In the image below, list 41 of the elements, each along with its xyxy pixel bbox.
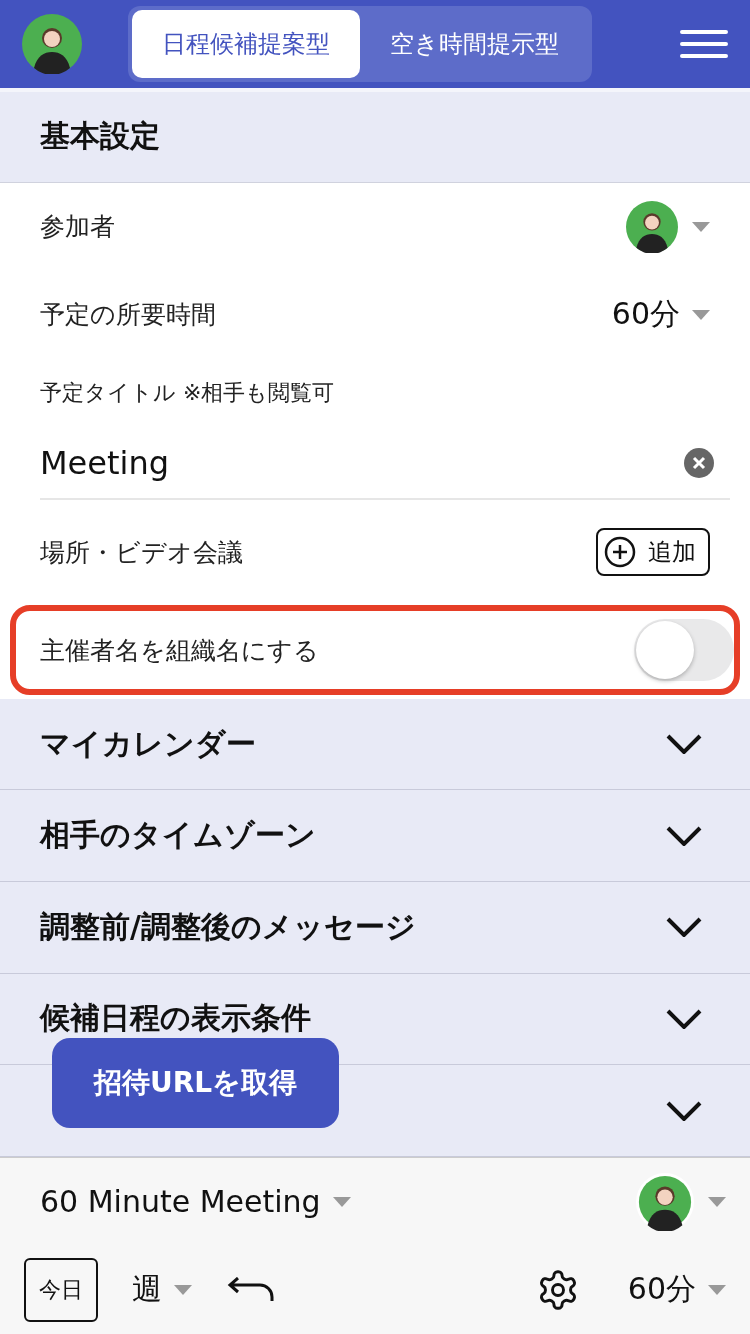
meeting-type-picker[interactable]: 60 Minute Meeting <box>40 1184 351 1220</box>
caret-icon <box>692 221 710 232</box>
participants-picker[interactable] <box>626 200 710 253</box>
get-invite-url-button[interactable]: 招待URLを取得 <box>52 1038 339 1128</box>
location-label: 場所・ビデオ会議 <box>40 537 243 569</box>
duration-label: 予定の所要時間 <box>40 299 216 332</box>
caret-icon <box>174 1285 192 1295</box>
expand-chevron-icon[interactable] <box>666 734 702 755</box>
add-button[interactable]: 追加 <box>596 528 710 577</box>
caret-icon <box>708 1196 726 1207</box>
mode-tab[interactable]: 日程候補提案型 <box>132 9 360 78</box>
clear-icon[interactable] <box>684 447 714 478</box>
expand-chevron-icon[interactable] <box>666 1008 702 1029</box>
expand-chevron-icon[interactable] <box>666 825 702 846</box>
view-picker[interactable]: 週 <box>132 1269 192 1311</box>
avatar <box>22 13 82 74</box>
menu-icon[interactable] <box>680 28 728 59</box>
expand-chevron-icon[interactable] <box>666 1100 702 1121</box>
member-picker[interactable] <box>636 1172 726 1231</box>
section-title: 調整前/調整後のメッセージ <box>40 907 416 946</box>
section-title: 候補日程の表示条件 <box>40 999 311 1038</box>
section-title: 基本設定 <box>40 117 160 156</box>
section-title: マイカレンダー <box>40 724 256 763</box>
mode-tab[interactable]: 空き時間提示型 <box>360 9 588 78</box>
slot-picker[interactable]: 60分 <box>627 1269 726 1311</box>
caret-icon <box>708 1285 726 1295</box>
organizer-label: 主催者名を組織名にする <box>40 634 319 667</box>
back-arrow-icon[interactable] <box>226 1277 276 1303</box>
caret-icon <box>332 1196 351 1207</box>
participants-label: 参加者 <box>40 211 115 244</box>
expand-chevron-icon[interactable] <box>666 917 702 938</box>
avatar <box>626 200 678 253</box>
title-field[interactable]: Meeting <box>40 443 600 482</box>
avatar <box>636 1172 694 1231</box>
caret-icon <box>692 309 710 320</box>
duration-picker[interactable]: 60分 <box>611 294 710 336</box>
plus-icon <box>604 536 636 569</box>
today-button[interactable]: 今日 <box>24 1258 98 1322</box>
toggle-switch[interactable] <box>634 619 734 682</box>
title-label: 予定タイトル ※相手も閲覧可 <box>40 379 335 408</box>
section-title: 相手のタイムゾーン <box>40 816 316 855</box>
